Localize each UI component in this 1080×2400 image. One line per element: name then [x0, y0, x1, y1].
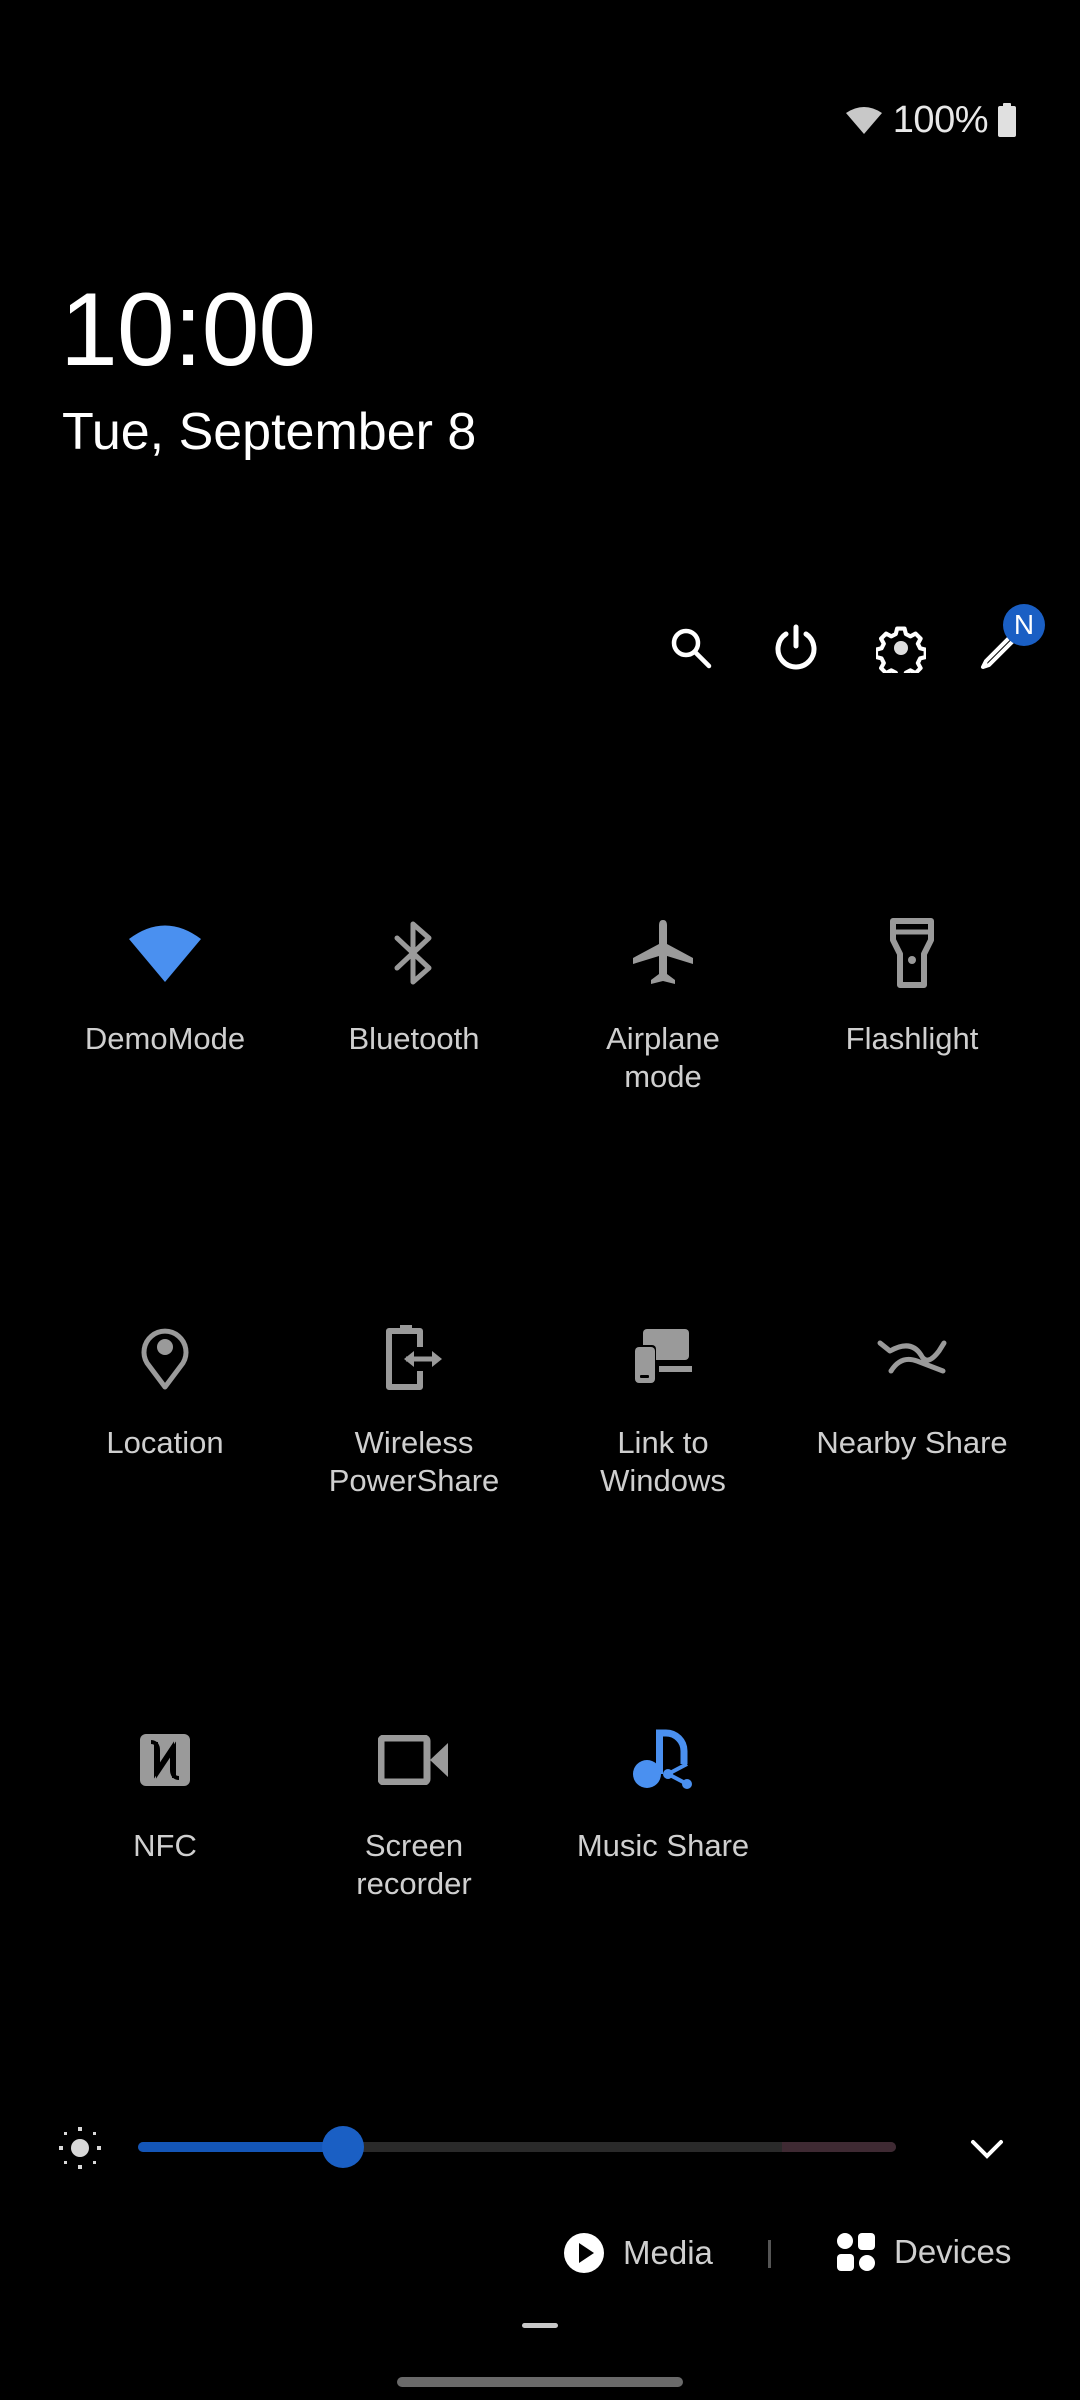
panel-drag-handle[interactable] — [522, 2323, 558, 2328]
devices-label: Devices — [894, 2233, 1012, 2270]
tile-flashlight[interactable]: Flashlight — [787, 908, 1037, 1058]
tile-label: DemoMode — [84, 1021, 246, 1056]
edit-button[interactable]: N — [965, 604, 1045, 684]
bluetooth-icon — [394, 921, 432, 985]
chevron-down-icon[interactable] — [966, 2128, 1008, 2170]
battery-percent: 100% — [892, 98, 989, 141]
tile-label: Flashlight — [845, 1021, 979, 1056]
power-button[interactable] — [760, 612, 832, 684]
tile-wireless-powershare[interactable]: Wireless PowerShare — [289, 1312, 539, 1500]
brightness-icon — [59, 2127, 101, 2169]
divider — [768, 2240, 771, 2268]
video-camera-icon — [378, 1735, 448, 1785]
tile-label: Music Share — [576, 1828, 750, 1863]
play-circle-icon — [564, 2233, 604, 2273]
music-share-icon — [633, 1729, 692, 1789]
tile-label: Link to Windows — [600, 1425, 726, 1498]
nfc-icon — [140, 1734, 190, 1786]
tile-airplane-mode[interactable]: Airplane mode — [538, 908, 788, 1096]
brightness-slider-thumb[interactable] — [321, 2126, 364, 2168]
clock-time[interactable]: 10:00 — [60, 278, 316, 382]
brightness-slider-track[interactable] — [138, 2142, 896, 2152]
clock-date[interactable]: Tue, September 8 — [62, 406, 476, 458]
link-to-windows-icon — [632, 1329, 692, 1385]
flashlight-icon — [890, 918, 934, 988]
status-bar: 100% — [845, 95, 1016, 145]
wifi-icon — [129, 925, 201, 982]
tile-demomode[interactable]: DemoMode — [40, 908, 290, 1058]
nearby-share-icon — [877, 1340, 947, 1374]
tile-bluetooth[interactable]: Bluetooth — [289, 908, 539, 1058]
tile-label: Wireless PowerShare — [328, 1425, 500, 1498]
airplane-icon — [633, 920, 693, 984]
tile-label: Nearby Share — [816, 1425, 1008, 1460]
tile-label: NFC — [133, 1828, 197, 1863]
tile-nfc[interactable]: NFC — [40, 1715, 290, 1865]
tile-label: Bluetooth — [348, 1021, 480, 1056]
tile-label: Screen recorder — [356, 1828, 472, 1901]
media-label: Media — [623, 2234, 713, 2271]
search-button[interactable] — [655, 612, 727, 684]
edit-badge: N — [1003, 604, 1045, 646]
gear-icon — [876, 626, 926, 673]
media-button[interactable]: Media — [563, 2232, 713, 2274]
extra-brightness-zone — [782, 2142, 896, 2152]
tile-label: Location — [106, 1425, 224, 1460]
tile-screen-recorder[interactable]: Screen recorder — [289, 1715, 539, 1903]
tile-nearby-share[interactable]: Nearby Share — [787, 1312, 1037, 1462]
location-pin-icon — [141, 1328, 189, 1390]
gesture-nav-bar[interactable] — [397, 2377, 683, 2387]
tile-music-share[interactable]: Music Share — [538, 1715, 788, 1865]
tile-label: Airplane mode — [606, 1021, 720, 1094]
power-icon — [775, 624, 817, 670]
battery-full-icon — [998, 103, 1016, 137]
search-icon — [671, 628, 712, 669]
tile-location[interactable]: Location — [40, 1312, 290, 1462]
devices-grid-icon — [837, 2233, 875, 2271]
brightness-slider-fill — [138, 2142, 343, 2152]
wireless-powershare-icon — [386, 1325, 442, 1390]
settings-button[interactable] — [865, 612, 937, 684]
tile-link-to-windows[interactable]: Link to Windows — [538, 1312, 788, 1500]
wifi-icon — [845, 107, 882, 134]
devices-button[interactable]: Devices — [836, 2232, 1011, 2272]
quick-actions-bar: N — [0, 604, 1080, 692]
